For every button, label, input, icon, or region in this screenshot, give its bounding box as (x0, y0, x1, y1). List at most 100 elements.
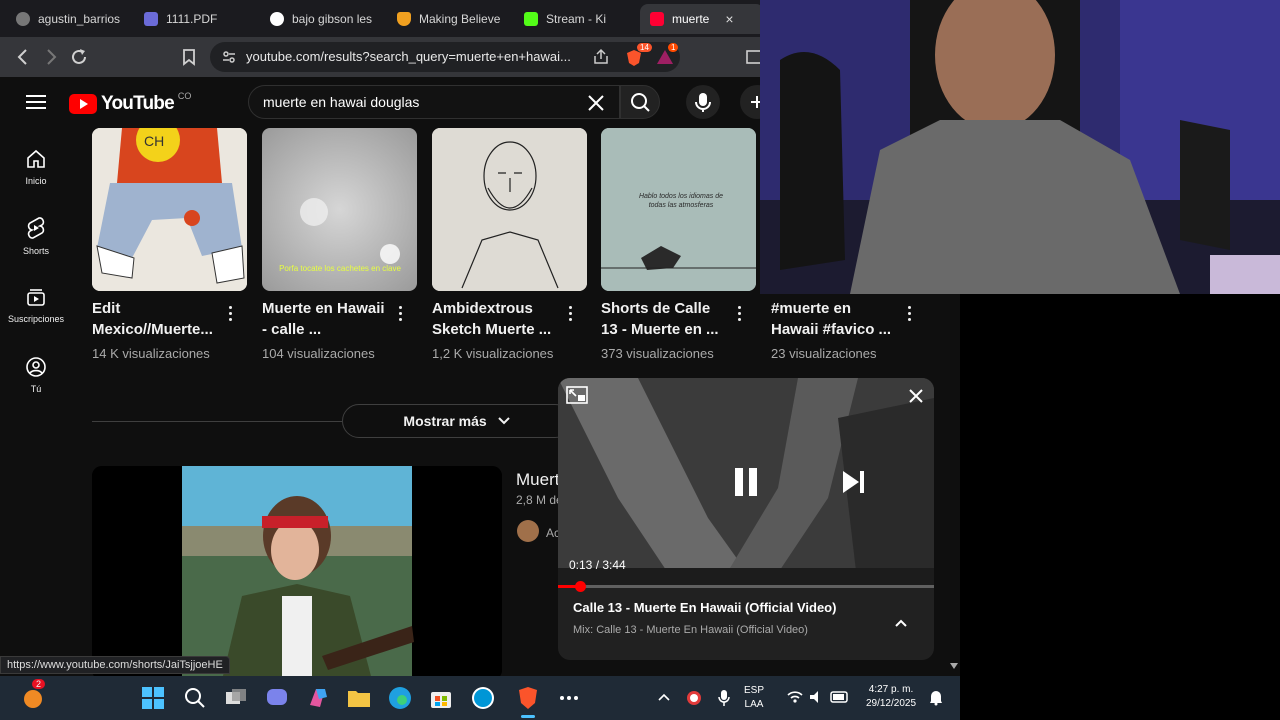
short-title[interactable]: Muerte en Hawaii - calle ... (262, 298, 392, 340)
short-card[interactable]: CH Edit Mexico//Muerte... 14 K visualiza… (92, 128, 247, 361)
battery-icon[interactable] (830, 689, 850, 705)
sidebar-item-home[interactable]: Inicio (0, 148, 72, 186)
expand-icon[interactable] (566, 386, 588, 406)
wifi-icon[interactable] (786, 688, 804, 706)
short-thumbnail[interactable] (432, 128, 587, 291)
edge-browser-icon[interactable] (387, 685, 413, 711)
sidebar-item-label: Shorts (22, 246, 49, 256)
volume-icon[interactable] (808, 688, 824, 706)
sidebar-item-shorts[interactable]: Shorts (0, 216, 72, 256)
video-thumbnail[interactable] (92, 466, 502, 680)
file-explorer-icon[interactable] (346, 685, 372, 711)
scroll-down-arrow-icon[interactable] (949, 662, 959, 670)
miniplayer-title[interactable]: Calle 13 - Muerte En Hawaii (Official Vi… (573, 600, 836, 615)
browser-tab-active[interactable]: muerte × (640, 4, 764, 34)
channel-avatar[interactable] (517, 520, 539, 542)
short-views: 1,2 K visualizaciones (432, 346, 554, 361)
keyboard-language[interactable]: ESP LAA (744, 684, 764, 720)
windows-taskbar: 2 ESP LAA 4:27 p. m. 29/12/2025 (0, 676, 960, 720)
short-thumbnail[interactable]: Porfa tocate los cachetes en clave (262, 128, 417, 291)
browser-tab[interactable]: Stream - Ki (524, 4, 630, 34)
address-bar[interactable]: youtube.com/results?search_query=muerte+… (210, 42, 680, 72)
back-button[interactable] (12, 46, 34, 68)
weather-widget-icon[interactable]: 2 (22, 679, 48, 711)
cloud-sync-icon[interactable] (684, 688, 704, 706)
more-options-icon[interactable] (398, 306, 404, 324)
youtube-favicon-icon (650, 12, 664, 26)
search-query: muerte en hawai douglas (263, 94, 420, 110)
brave-browser-icon[interactable] (515, 685, 541, 718)
more-options-icon[interactable] (907, 306, 913, 324)
teams-chat-icon[interactable] (264, 685, 290, 711)
short-card[interactable]: Hablo todos los idiomas de todas las atm… (601, 128, 756, 361)
video-thumbnail-image (92, 466, 502, 680)
sidebar-item-label: Suscripciones (7, 314, 65, 324)
forward-button[interactable] (40, 46, 62, 68)
browser-tab[interactable]: bajo gibson les (270, 4, 380, 34)
browser-tab[interactable]: 1111.PDF (144, 4, 254, 34)
short-views: 23 visualizaciones (771, 346, 877, 361)
browser-tab[interactable]: Making Believe (397, 4, 507, 34)
more-options-icon[interactable] (568, 306, 574, 324)
cartoon-thumbnail-image (92, 128, 247, 291)
sidebar-item-subscriptions[interactable]: Suscripciones (0, 286, 72, 324)
notification-bell-icon[interactable] (928, 688, 944, 706)
short-views: 104 visualizaciones (262, 346, 375, 361)
search-icon (631, 93, 650, 112)
chevron-up-icon[interactable] (894, 618, 908, 628)
thumbnail-caption: Porfa tocate los cachetes en clave (279, 264, 401, 273)
short-card[interactable]: Porfa tocate los cachetes en clave Muert… (262, 128, 417, 361)
home-icon (27, 149, 45, 168)
clear-search-icon[interactable] (587, 90, 605, 122)
browser-tab[interactable]: agustin_barrios (16, 4, 126, 34)
reload-button[interactable] (68, 46, 90, 68)
youtube-play-icon (69, 94, 97, 114)
show-more-button[interactable]: Mostrar más (342, 404, 572, 438)
google-favicon-icon (270, 12, 284, 26)
short-title[interactable]: Shorts de Calle 13 - Muerte en ... (601, 298, 731, 340)
pause-icon[interactable] (732, 466, 760, 498)
close-icon[interactable] (908, 388, 924, 404)
search-button[interactable] (620, 85, 660, 119)
more-options-icon[interactable] (737, 306, 743, 324)
short-title[interactable]: Ambidextrous Sketch Muerte ... (432, 298, 562, 340)
close-tab-icon[interactable]: × (725, 11, 733, 27)
video-title[interactable]: Muert (516, 470, 559, 490)
more-apps-icon[interactable] (556, 685, 582, 711)
shield-count-badge: 14 (637, 43, 652, 52)
menu-icon[interactable] (26, 95, 46, 109)
sidebar-item-you[interactable]: Tú (0, 356, 72, 394)
microphone-in-use-icon[interactable] (716, 688, 732, 708)
thumbnail-text: CH (144, 133, 165, 149)
copilot-icon[interactable] (305, 685, 331, 711)
hp-app-icon[interactable] (470, 685, 496, 711)
youtube-logo[interactable]: YouTube CO (69, 91, 191, 115)
microsoft-store-icon[interactable] (428, 685, 454, 711)
short-thumbnail[interactable]: CH (92, 128, 247, 291)
task-view-icon[interactable] (223, 685, 249, 711)
search-input[interactable]: muerte en hawai douglas (248, 85, 620, 119)
you-icon (26, 357, 46, 377)
bookmark-button[interactable] (178, 46, 200, 68)
taskbar-search-icon[interactable] (182, 685, 208, 711)
short-title[interactable]: Edit Mexico//Muerte... (92, 298, 222, 340)
webcam-person-image (760, 0, 1280, 294)
miniplayer-progress-bar[interactable] (558, 581, 934, 592)
sidebar-item-label: Tú (30, 384, 42, 394)
miniplayer-video[interactable]: 0:13 / 3:44 (558, 378, 934, 588)
kick-favicon-icon (524, 12, 538, 26)
voice-search-button[interactable] (686, 85, 720, 119)
miniplayer[interactable]: 0:13 / 3:44 Calle 13 - Muerte En Hawaii … (558, 378, 934, 660)
rewards-badge: 1 (668, 43, 679, 52)
short-title[interactable]: #muerte en Hawaii #favico ... (771, 298, 901, 340)
tray-overflow-chevron-icon[interactable] (657, 692, 671, 702)
windows-start-icon[interactable] (140, 685, 166, 711)
more-options-icon[interactable] (228, 306, 234, 324)
system-clock[interactable]: 4:27 p. m. 29/12/2025 (862, 683, 920, 720)
short-thumbnail[interactable]: Hablo todos los idiomas de todas las atm… (601, 128, 756, 291)
short-card[interactable]: Ambidextrous Sketch Muerte ... 1,2 K vis… (432, 128, 587, 361)
next-track-icon[interactable] (840, 468, 868, 496)
reload-icon (72, 49, 86, 64)
tab-favicon-icon (144, 12, 158, 26)
progress-knob[interactable] (575, 581, 587, 592)
